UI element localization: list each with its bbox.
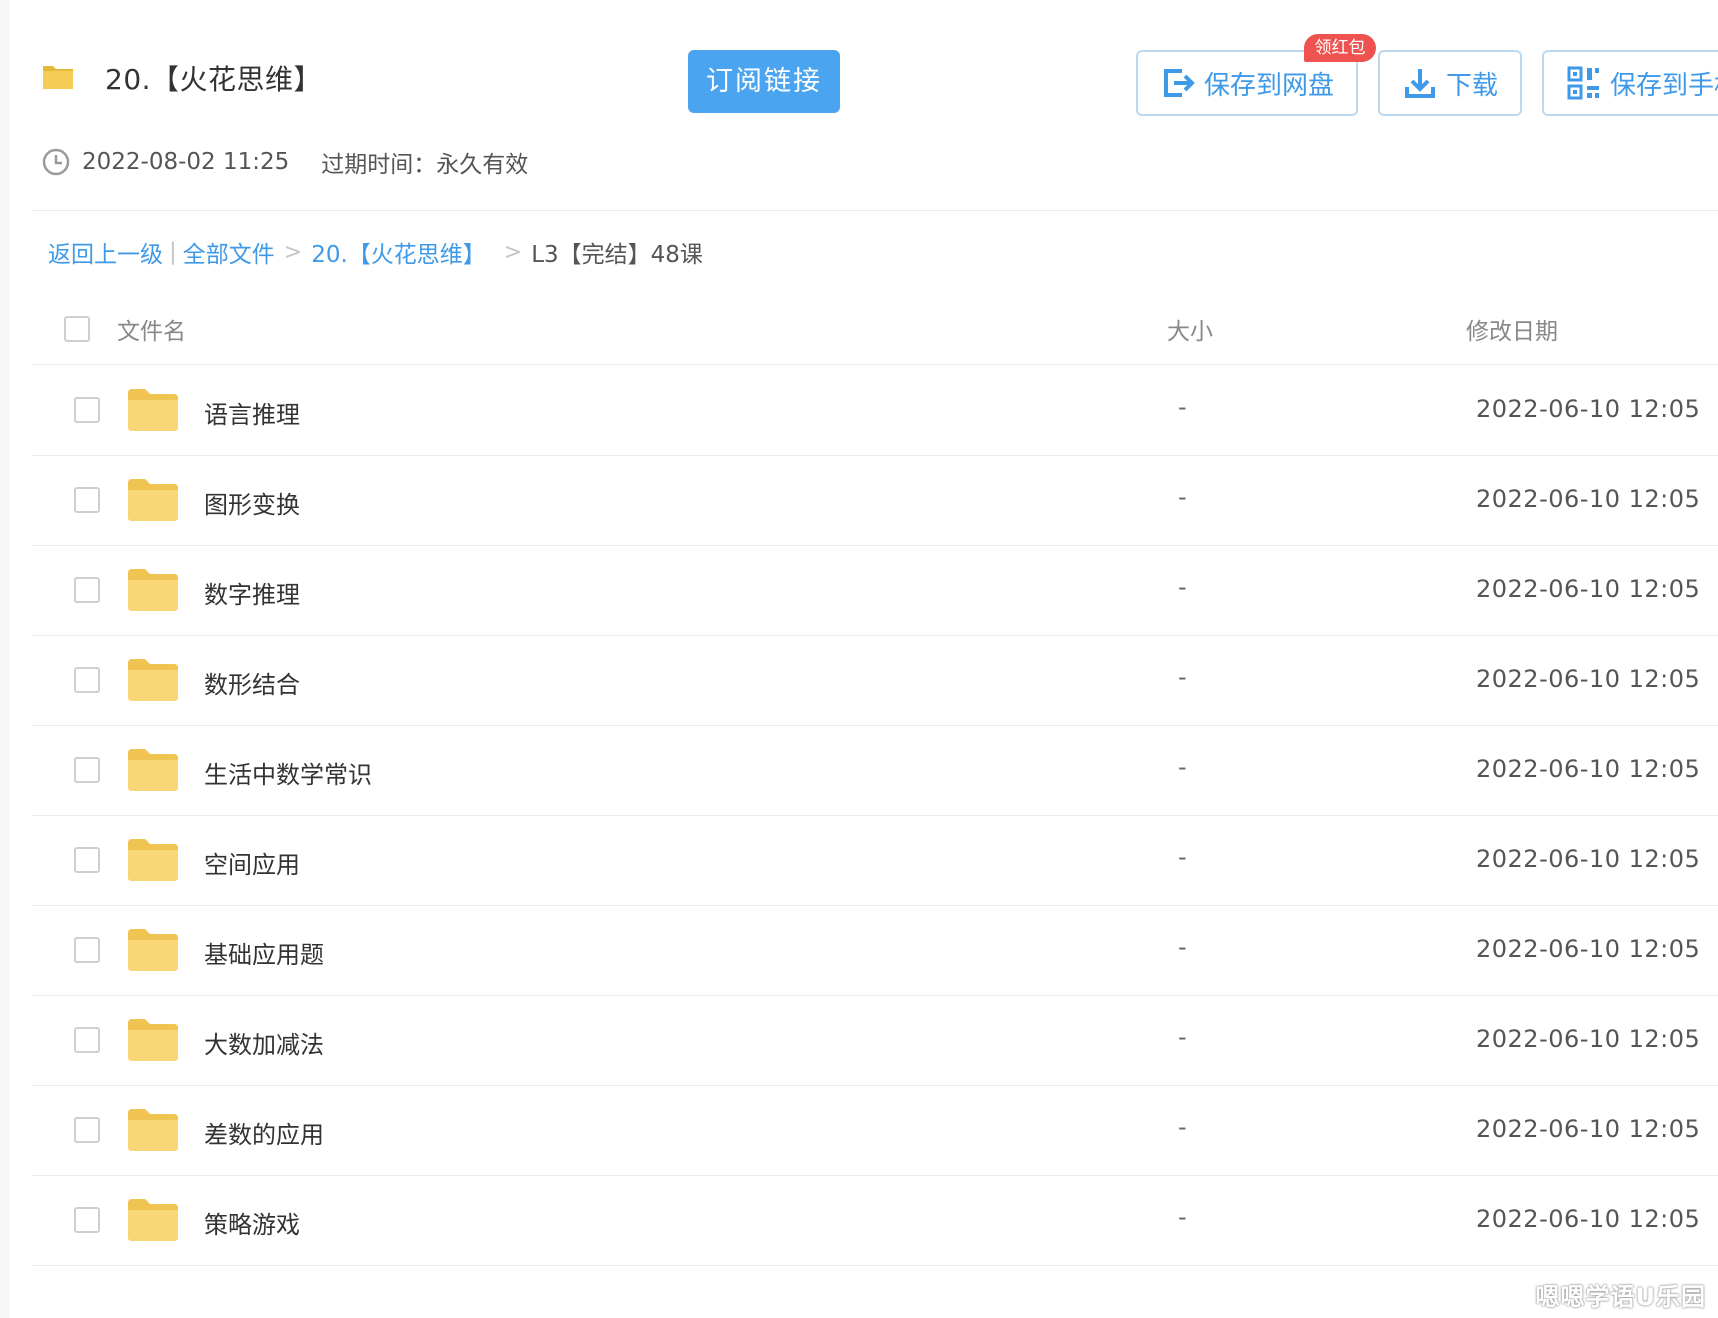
- table-row[interactable]: 基础应用题 - 2022-06-10 12:05: [32, 905, 1718, 996]
- file-date: 2022-06-10 12:05: [1476, 935, 1701, 963]
- table-row[interactable]: 数字推理 - 2022-06-10 12:05: [32, 545, 1718, 636]
- column-header-date[interactable]: 修改日期: [1466, 312, 1558, 346]
- breadcrumb-divider: |: [169, 239, 177, 265]
- select-all-checkbox[interactable]: [64, 316, 90, 342]
- download-icon: [1405, 69, 1435, 98]
- row-checkbox[interactable]: [74, 1207, 100, 1233]
- file-name[interactable]: 大数加减法: [204, 1025, 324, 1060]
- subscribe-button[interactable]: 订阅链接: [688, 50, 840, 113]
- row-checkbox[interactable]: [74, 847, 100, 873]
- file-date: 2022-06-10 12:05: [1476, 665, 1701, 693]
- divider: [32, 210, 1718, 211]
- save-to-phone-label: 保存到手机: [1610, 70, 1718, 101]
- row-checkbox[interactable]: [74, 1027, 100, 1053]
- download-label: 下载: [1446, 70, 1499, 101]
- row-checkbox[interactable]: [74, 487, 100, 513]
- share-meta: 2022-08-02 11:25 过期时间： 永久有效: [42, 145, 528, 179]
- file-date: 2022-06-10 12:05: [1476, 1025, 1701, 1053]
- clock-icon: [42, 148, 70, 176]
- breadcrumb-separator: >: [283, 239, 303, 265]
- save-to-disk-label: 保存到网盘: [1204, 70, 1335, 101]
- file-name[interactable]: 数形结合: [204, 665, 300, 700]
- file-name[interactable]: 生活中数学常识: [204, 755, 372, 790]
- table-row[interactable]: 差数的应用 - 2022-06-10 12:05: [32, 1085, 1718, 1176]
- file-name[interactable]: 语言推理: [204, 395, 300, 430]
- save-to-phone-button[interactable]: 保存到手机: [1542, 50, 1718, 116]
- page-title: 20.【火花思维】: [105, 63, 323, 96]
- watermark: 嗯嗯学语U乐园: [1535, 1283, 1706, 1311]
- file-name[interactable]: 数字推理: [204, 575, 300, 610]
- column-header-size[interactable]: 大小: [1167, 312, 1213, 346]
- file-name[interactable]: 空间应用: [204, 845, 300, 880]
- breadcrumb-all-files-link[interactable]: 全部文件: [183, 235, 275, 269]
- breadcrumb-current: L3【完结】48课: [531, 242, 703, 268]
- table-row[interactable]: 空间应用 - 2022-06-10 12:05: [32, 815, 1718, 906]
- row-checkbox[interactable]: [74, 667, 100, 693]
- folder-icon: [128, 1019, 178, 1061]
- file-size: -: [1178, 1203, 1187, 1231]
- file-size: -: [1178, 483, 1187, 511]
- folder-icon: [128, 389, 178, 431]
- table-row[interactable]: 图形变换 - 2022-06-10 12:05: [32, 455, 1718, 546]
- file-size: -: [1178, 753, 1187, 781]
- file-size: -: [1178, 573, 1187, 601]
- file-name[interactable]: 策略游戏: [204, 1205, 300, 1240]
- folder-icon: [128, 749, 178, 791]
- folder-icon: [128, 1199, 178, 1241]
- file-size: -: [1178, 1023, 1187, 1051]
- share-page: 20.【火花思维】 订阅链接 保存到网盘 领红包 下载 保存到手机: [10, 0, 1718, 1318]
- row-checkbox[interactable]: [74, 937, 100, 963]
- table-row[interactable]: 策略游戏 - 2022-06-10 12:05: [32, 1175, 1718, 1266]
- file-date: 2022-06-10 12:05: [1476, 845, 1701, 873]
- file-size: -: [1178, 843, 1187, 871]
- file-size: -: [1178, 1113, 1187, 1141]
- table-row[interactable]: 生活中数学常识 - 2022-06-10 12:05: [32, 725, 1718, 816]
- file-name[interactable]: 图形变换: [204, 485, 300, 520]
- download-button[interactable]: 下载: [1378, 50, 1522, 116]
- file-size: -: [1178, 933, 1187, 961]
- expire-value: 永久有效: [436, 152, 529, 178]
- share-time: 2022-08-02 11:25: [82, 149, 290, 175]
- folder-icon: [128, 929, 178, 971]
- folder-icon: [128, 839, 178, 881]
- row-checkbox[interactable]: [74, 397, 100, 423]
- row-checkbox[interactable]: [74, 1117, 100, 1143]
- file-date: 2022-06-10 12:05: [1476, 485, 1701, 513]
- column-header-name[interactable]: 文件名: [117, 312, 186, 346]
- file-date: 2022-06-10 12:05: [1476, 1205, 1701, 1233]
- file-date: 2022-06-10 12:05: [1476, 755, 1701, 783]
- folder-icon: [43, 66, 73, 89]
- file-size: -: [1178, 663, 1187, 691]
- breadcrumb: 返回上一级 | 全部文件 > 20.【火花思维】 > L3【完结】48课: [48, 235, 703, 269]
- save-export-icon: [1164, 69, 1195, 97]
- table-row[interactable]: 语言推理 - 2022-06-10 12:05: [32, 365, 1718, 456]
- file-size: -: [1178, 393, 1187, 421]
- row-checkbox[interactable]: [74, 757, 100, 783]
- file-date: 2022-06-10 12:05: [1476, 575, 1701, 603]
- file-name[interactable]: 差数的应用: [204, 1115, 324, 1150]
- breadcrumb-parent-link[interactable]: 20.【火花思维】: [311, 235, 486, 269]
- folder-icon: [128, 1109, 178, 1151]
- qr-code-icon: [1567, 66, 1599, 100]
- file-date: 2022-06-10 12:05: [1476, 395, 1701, 423]
- table-row[interactable]: 大数加减法 - 2022-06-10 12:05: [32, 995, 1718, 1086]
- file-name[interactable]: 基础应用题: [204, 935, 324, 970]
- file-date: 2022-06-10 12:05: [1476, 1115, 1701, 1143]
- table-row[interactable]: 数形结合 - 2022-06-10 12:05: [32, 635, 1718, 726]
- folder-icon: [128, 479, 178, 521]
- breadcrumb-separator: >: [503, 239, 523, 265]
- folder-icon: [128, 569, 178, 611]
- breadcrumb-back-link[interactable]: 返回上一级: [48, 235, 163, 269]
- row-checkbox[interactable]: [74, 577, 100, 603]
- red-packet-badge[interactable]: 领红包: [1304, 34, 1376, 62]
- folder-icon: [128, 659, 178, 701]
- expire-label: 过期时间：: [321, 152, 437, 178]
